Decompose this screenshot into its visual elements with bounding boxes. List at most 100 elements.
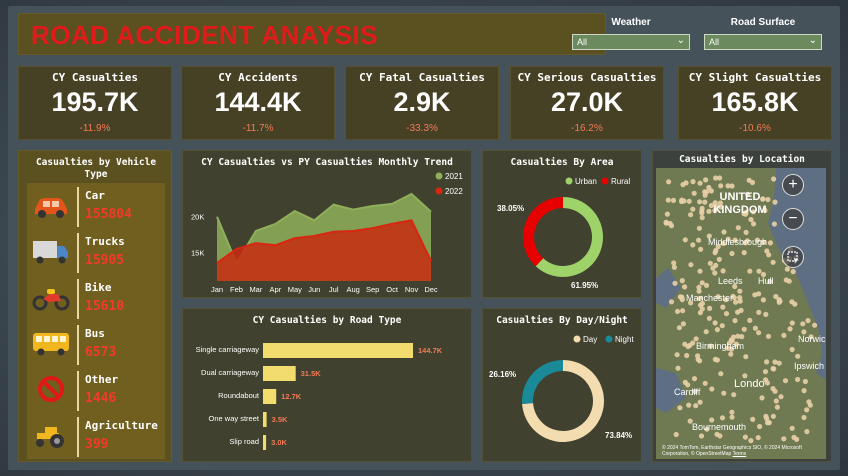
map-label-london: Londo <box>734 378 765 390</box>
legend-swatch <box>435 187 443 195</box>
casualty-point <box>697 399 703 405</box>
zoom-in-button[interactable]: + <box>782 174 804 196</box>
casualty-point <box>697 268 703 274</box>
vehicle-row-car[interactable]: Car 155804 <box>27 183 165 229</box>
separator <box>77 417 79 457</box>
casualty-point <box>804 429 810 435</box>
casualty-point <box>671 264 677 270</box>
separator <box>77 325 79 365</box>
vehicle-row-other[interactable]: Other 1446 <box>27 367 165 413</box>
map-label-middlesbrough: Middlesbrough <box>708 237 767 247</box>
map-view[interactable]: UNITED KINGDOM Middlesbrough Leeds Hull … <box>656 168 826 459</box>
vehicle-row-agriculture[interactable]: Agriculture 399 <box>27 413 165 459</box>
kpi-title: CY Fatal Casualties <box>359 71 485 84</box>
casualty-point <box>721 390 727 396</box>
weather-filter: Weather All ⌄ <box>572 17 690 50</box>
legend-label: Night <box>615 335 634 344</box>
casualty-point <box>688 212 694 218</box>
map-label-manchester: Manchester <box>686 293 733 303</box>
vehicle-row-bus[interactable]: Bus 6573 <box>27 321 165 367</box>
vehicle-row-trucks[interactable]: Trucks 15905 <box>27 229 165 275</box>
casualty-point <box>709 386 715 392</box>
casualty-point <box>795 353 801 359</box>
casualty-point <box>801 414 807 421</box>
donut-data-label: 38.05% <box>497 204 524 213</box>
legend-swatch <box>601 177 609 185</box>
area-donut-chart[interactable]: Urban Rural 61.95% 38.05% <box>483 151 643 299</box>
casualty-point <box>686 402 692 408</box>
casualty-point <box>702 189 708 195</box>
x-tick-label: Feb <box>230 285 243 294</box>
x-tick-label: Jun <box>308 285 320 294</box>
casualty-point <box>690 340 696 346</box>
casualty-point <box>794 436 800 442</box>
casualty-point <box>718 183 724 189</box>
casualty-point <box>756 309 762 315</box>
road-surface-dropdown[interactable]: All ⌄ <box>704 34 822 50</box>
casualty-point <box>748 216 754 223</box>
separator <box>77 187 79 227</box>
casualty-point <box>664 211 670 217</box>
casualty-point <box>742 434 748 440</box>
road-bar-label: 3.0K <box>271 438 287 447</box>
road-bar <box>263 389 277 404</box>
x-tick-label: May <box>288 285 302 294</box>
map-label-country-2: KINGDOM <box>713 204 766 216</box>
casualty-point <box>771 221 777 227</box>
vehicle-row-bike[interactable]: Bike 15610 <box>27 275 165 321</box>
zoom-out-button[interactable]: − <box>782 208 804 230</box>
road-type-chart[interactable]: Single carriageway 144.7K Dual carriageway… <box>183 309 473 463</box>
casualty-point <box>712 250 718 256</box>
road-category-label: One way street <box>209 414 260 423</box>
casualty-point <box>782 378 789 384</box>
x-tick-label: Jan <box>211 285 223 294</box>
day-night-donut-chart[interactable]: Day Night 73.84% 26.16% <box>483 309 643 463</box>
weather-dropdown[interactable]: All ⌄ <box>572 34 690 50</box>
kpi-card-casualties: CY Casualties 195.7K -11.9% <box>18 66 172 140</box>
casualty-point <box>737 295 743 301</box>
casualty-point <box>679 294 685 300</box>
casualty-point <box>672 280 678 286</box>
casualty-point <box>750 416 756 422</box>
casualty-point <box>682 284 688 290</box>
casualty-point <box>787 326 793 332</box>
select-region-button[interactable] <box>782 246 804 268</box>
legend-label: 2022 <box>445 187 463 196</box>
casualty-point <box>703 177 709 183</box>
map-label-ipswich: Ipswich <box>794 361 824 371</box>
map-label-norwich: Norwic <box>798 334 826 344</box>
kpi-delta: -16.2% <box>571 123 603 134</box>
casualty-point <box>691 376 698 382</box>
vehicle-value: 155804 <box>85 207 132 222</box>
casualty-point <box>801 388 807 394</box>
casualty-point <box>781 436 787 442</box>
donut-slice-rural <box>523 197 563 267</box>
day-night-card: Casualties By Day/Night Day Night 73.84% 26… <box>482 308 642 462</box>
casualty-point <box>772 199 778 205</box>
casualty-point <box>714 327 720 333</box>
donut-data-label: 26.16% <box>489 370 516 379</box>
kpi-title: CY Casualties <box>51 71 139 84</box>
kpi-card-serious: CY Serious Casualties 27.0K -16.2% <box>510 66 664 140</box>
vehicle-value: 399 <box>85 437 109 452</box>
casualty-point <box>695 353 701 359</box>
casualty-point <box>729 250 735 257</box>
kpi-title: CY Serious Casualties <box>517 71 657 84</box>
road-bar <box>263 412 267 427</box>
casualty-point <box>805 318 811 324</box>
casualty-point <box>773 398 779 404</box>
y-tick-label: 20K <box>191 213 204 222</box>
monthly-trend-chart[interactable]: 2021 2022 Jan Feb Mar Apr May Jun Jul Aug Sep Oct N… <box>183 151 473 299</box>
casualty-point <box>760 297 766 303</box>
casualty-point <box>699 215 705 221</box>
road-bar-label: 3.5K <box>272 415 288 424</box>
legend-swatch <box>435 172 443 180</box>
casualty-point <box>747 317 753 323</box>
casualty-point <box>706 208 712 214</box>
legend-label: Urban <box>575 177 597 186</box>
casualty-point <box>806 399 812 405</box>
kpi-value: 2.9K <box>393 87 451 117</box>
map-terms-link[interactable]: Terms <box>733 451 747 457</box>
select-region-icon <box>787 251 799 264</box>
prohibited-icon <box>38 376 64 402</box>
